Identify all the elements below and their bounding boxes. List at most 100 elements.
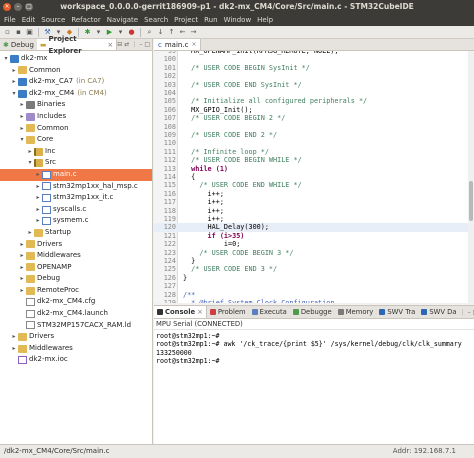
tab-debugge[interactable]: Debugge [290,306,335,318]
tab-memory[interactable]: Memory [335,306,377,318]
chevron-right-icon[interactable]: ▸ [18,250,26,262]
chevron-right-icon[interactable]: ▸ [26,146,34,158]
tree-item[interactable]: ▸ Middlewares [0,343,152,355]
chevron-right-icon[interactable]: ▸ [10,76,18,88]
close-icon[interactable]: × [107,39,113,51]
tree-item[interactable]: ▸ dk2-mx_CA7 (in CA7) [0,76,152,88]
tree-item[interactable]: ▾ Core [0,134,152,146]
tab-project-explorer[interactable]: ▬ Project Explorer × [36,35,118,55]
tree-item[interactable]: ▸ stm32mp1xx_hal_msp.c [0,181,152,193]
chevron-right-icon[interactable]: ▸ [10,65,18,77]
tree-item[interactable]: ▸ Drivers [0,239,152,251]
tab-label: Debugge [300,307,332,316]
scrollbar-thumb[interactable] [469,181,473,221]
chevron-right-icon[interactable]: ▸ [18,285,26,297]
menu-source[interactable]: Source [41,14,65,26]
chevron-right-icon[interactable]: ▸ [18,273,26,285]
chevron-right-icon[interactable]: ▸ [34,169,42,181]
close-icon[interactable]: × [191,39,196,51]
chevron-down-icon[interactable]: ▾ [2,53,10,65]
menu-edit[interactable]: Edit [22,14,36,26]
tree-item[interactable]: ▸ Common [0,65,152,77]
tab-debug[interactable]: ✱ Debug [0,39,37,50]
tree-item[interactable]: ▾ Src [0,157,152,169]
tree-item[interactable]: dk2-mx_CM4.launch [0,308,152,320]
collapse-all-icon[interactable]: ⊟ [117,41,122,48]
tree-item[interactable]: ▸ Middlewares [0,250,152,262]
tree-item-label: RemoteProc [37,285,79,294]
editor-scrollbar[interactable] [468,51,474,303]
link-editor-icon[interactable]: ⇄ [124,41,129,48]
tree-item[interactable]: ▸ OPENAMP [0,262,152,274]
menu-refactor[interactable]: Refactor [71,14,100,26]
menu-search[interactable]: Search [144,14,168,26]
tree-item[interactable]: ▸ syscalls.c [0,204,152,216]
chevron-down-icon[interactable]: ▾ [26,157,34,169]
minimize-icon[interactable]: – [139,41,142,48]
folder-icon [26,251,35,260]
run-icon[interactable]: ▶ [105,28,114,37]
tree-item[interactable]: ▸ Startup [0,227,152,239]
console-subtitle: MPU Serial (CONNECTED) [154,319,474,330]
back-icon[interactable]: ← [178,28,187,37]
file-icon [26,298,35,307]
tree-item[interactable]: ▸ Common [0,123,152,135]
tree-item[interactable]: ▸ Drivers [0,331,152,343]
chevron-right-icon[interactable]: ▸ [34,181,42,193]
tree-item[interactable]: ▸ Includes [0,111,152,123]
tab-problem[interactable]: Problem [207,306,249,318]
external-tools-icon[interactable]: ● [127,28,136,37]
chevron-right-icon[interactable]: ▸ [18,262,26,274]
tree-item[interactable]: dk2-mx.ioc [0,354,152,366]
save-icon[interactable]: ▪ [14,28,23,37]
new-file-icon[interactable]: ▫ [3,28,12,37]
tab-executa[interactable]: Executa [249,306,290,318]
menu-window[interactable]: Window [224,14,252,26]
tree-item[interactable]: ▸ Binaries [0,99,152,111]
chevron-right-icon[interactable]: ▸ [10,331,18,343]
run-dropdown-icon[interactable]: ▾ [116,28,125,37]
minimize-icon[interactable]: – [468,309,471,316]
search-icon[interactable]: ⌕ [145,28,154,37]
tree-item[interactable]: ▸ sysmem.c [0,215,152,227]
tree-item[interactable]: ▸ Debug [0,273,152,285]
maximize-icon[interactable]: □ [144,41,150,48]
next-annotation-icon[interactable]: ↓ [156,28,165,37]
menu-run[interactable]: Run [204,14,217,26]
tree-item[interactable]: ▸ stm32mp1xx_it.c [0,192,152,204]
close-icon[interactable]: × [197,306,203,319]
chevron-right-icon[interactable]: ▸ [18,239,26,251]
chevron-right-icon[interactable]: ▸ [18,123,26,135]
console-output[interactable]: root@stm32mp1:~# root@stm32mp1:~# awk '/c… [154,330,474,368]
tab-console[interactable]: Console × [154,306,207,318]
tree-item[interactable]: ▸ Inc [0,146,152,158]
forward-icon[interactable]: → [189,28,198,37]
menu-help[interactable]: Help [257,14,273,26]
tab-swv-tra[interactable]: SWV Tra [376,306,418,318]
save-all-icon[interactable]: ▣ [25,28,34,37]
tab-main-c[interactable]: c main.c × [154,39,202,51]
code-area[interactable]: 99 MX_OPENAMP_Init(RPMSG_REMOTE, NULL); 1… [154,51,474,303]
menu-project[interactable]: Project [174,14,198,26]
chevron-down-icon[interactable]: ▾ [18,134,26,146]
menu-navigate[interactable]: Navigate [107,14,138,26]
tree-item[interactable]: dk2-mx_CM4.cfg [0,296,152,308]
chevron-right-icon[interactable]: ▸ [34,215,42,227]
tree-item[interactable]: ▸ RemoteProc [0,285,152,297]
tree-item[interactable]: ▸ main.c [0,168,152,181]
chevron-right-icon[interactable]: ▸ [18,99,26,111]
tree-item[interactable]: ▾ dk2-mx [0,53,152,65]
chevron-right-icon[interactable]: ▸ [34,204,42,216]
tree-item[interactable]: ▾ dk2-mx_CM4 (in CM4) [0,88,152,100]
chevron-right-icon[interactable]: ▸ [34,192,42,204]
chevron-right-icon[interactable]: ▸ [18,111,26,123]
chevron-down-icon[interactable]: ▾ [10,88,18,100]
previous-annotation-icon[interactable]: ↑ [167,28,176,37]
menu-file[interactable]: File [4,14,16,26]
view-menu-icon[interactable]: ⋮ [131,41,137,48]
view-menu-icon[interactable]: ⋮ [460,309,466,316]
tab-swv-da[interactable]: SWV Da [418,306,459,318]
chevron-right-icon[interactable]: ▸ [10,343,18,355]
chevron-right-icon[interactable]: ▸ [26,227,34,239]
tree-item[interactable]: STM32MP157CACX_RAM.ld [0,320,152,332]
